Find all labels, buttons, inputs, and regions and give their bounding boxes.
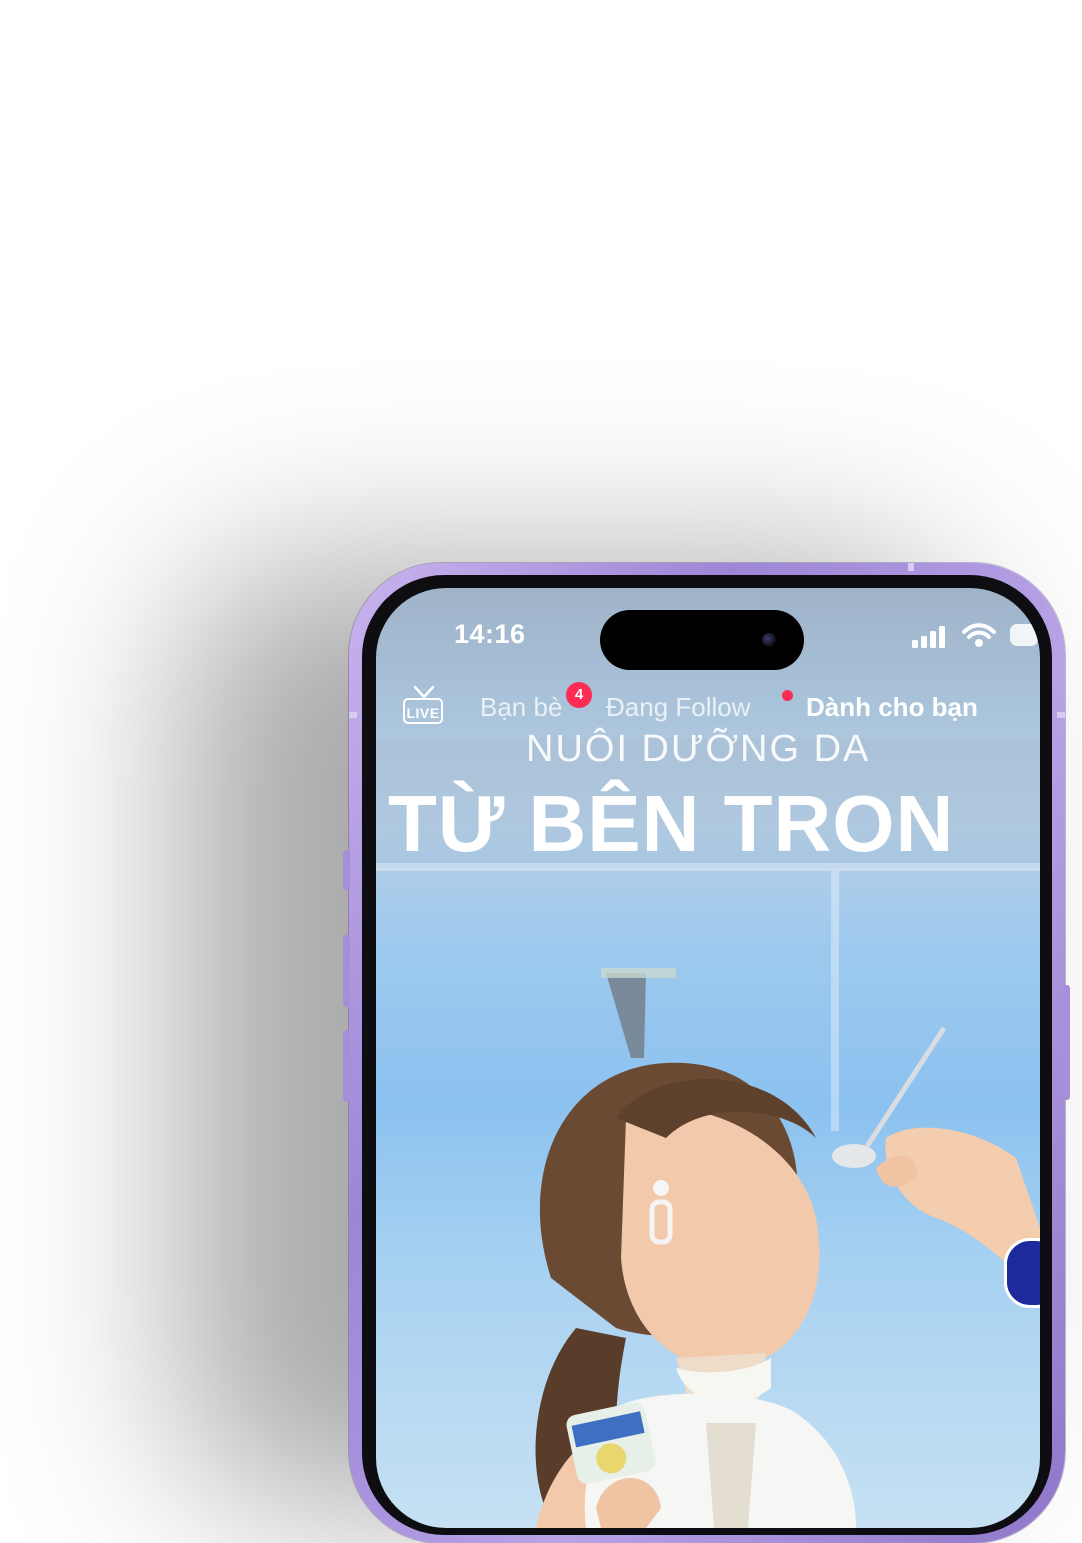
- antenna-line: [908, 563, 914, 571]
- tab-for-you[interactable]: Dành cho bạn: [806, 692, 978, 723]
- volume-up-button: [343, 935, 350, 1007]
- friends-notification-badge: 4: [566, 682, 592, 708]
- video-person-image: [535, 968, 1040, 1528]
- volume-down-button: [343, 1030, 350, 1102]
- following-notification-dot: [782, 690, 793, 701]
- creator-avatar[interactable]: [1004, 1238, 1040, 1308]
- tab-friends-label: Bạn bè: [480, 692, 563, 722]
- status-icons: [912, 623, 1038, 648]
- antenna-line: [1057, 712, 1065, 718]
- tab-following[interactable]: Đang Follow: [606, 692, 751, 723]
- status-time: 14:16: [454, 619, 526, 649]
- live-label: LIVE: [403, 698, 443, 724]
- tab-following-label: Đang Follow: [606, 692, 751, 722]
- live-button[interactable]: LIVE: [402, 686, 448, 728]
- video-headline-line2: TỪ BÊN TRON: [388, 779, 955, 868]
- wifi-icon: [962, 623, 996, 647]
- phone-screen: NUÔI DƯỠNG DA TỪ BÊN TRON 14:16 LIVE Bạn…: [376, 588, 1040, 1528]
- tab-for-you-label: Dành cho bạn: [806, 692, 978, 722]
- top-nav: LIVE Bạn bè 4 Đang Follow Dành cho bạn: [376, 682, 1040, 732]
- battery-icon: [1010, 624, 1038, 646]
- front-camera: [762, 633, 776, 647]
- dynamic-island: [600, 610, 804, 670]
- video-headline-line1: NUÔI DƯỠNG DA: [526, 728, 871, 770]
- antenna-line: [349, 712, 357, 718]
- tab-friends[interactable]: Bạn bè: [480, 692, 562, 723]
- cellular-signal-icon: [912, 624, 952, 648]
- action-button: [343, 850, 350, 890]
- power-button: [1063, 985, 1070, 1100]
